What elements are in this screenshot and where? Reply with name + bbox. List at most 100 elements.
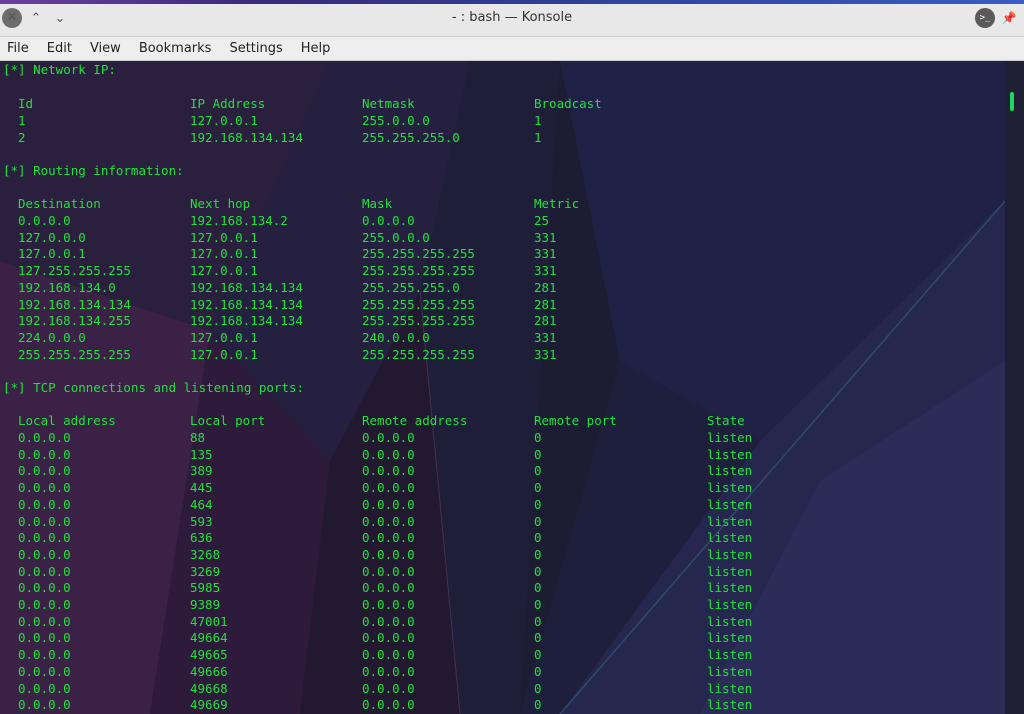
column-header: Destination [18, 196, 101, 211]
keep-above-button[interactable]: ⌃ [26, 8, 46, 28]
table-cell: 281 [534, 313, 557, 329]
table-cell: 0 [534, 680, 542, 696]
terminal-output: [*] Network IP: Id IP Address Netmask Br… [0, 61, 1005, 714]
table-cell: 0.0.0.0 [362, 563, 415, 579]
table-cell: 0.0.0.0 [362, 513, 415, 529]
table-cell: 0 [534, 463, 542, 479]
table-cell: 3269 [190, 563, 221, 579]
table-cell: listen [707, 480, 753, 496]
application-menu-button[interactable]: >_ [975, 8, 995, 28]
table-row: 192.168.134.0 192.168.134.134 255.255.255.… [0, 279, 1005, 296]
column-header: Mask [362, 196, 393, 211]
terminal-scrollbar[interactable] [1005, 61, 1024, 714]
table-cell: 281 [534, 296, 557, 312]
column-header: Netmask [362, 96, 415, 111]
close-window-button[interactable]: ✕ [2, 8, 22, 28]
table-cell: 0.0.0.0 [362, 480, 415, 496]
table-cell: 255.255.255.255 [362, 246, 475, 262]
tcp-header-row: Local address Local port Remote address … [0, 412, 1005, 429]
table-cell: 0.0.0.0 [362, 546, 415, 562]
table-cell: 0.0.0.0 [18, 496, 71, 512]
table-cell: 0 [534, 563, 542, 579]
menu-settings[interactable]: Settings [220, 37, 291, 61]
table-cell: 25 [534, 213, 550, 228]
menu-bookmarks[interactable]: Bookmarks [130, 37, 221, 61]
table-cell: 0.0.0.0 [362, 213, 415, 228]
menu-help[interactable]: Help [292, 37, 340, 61]
chevron-up-icon: ⌃ [30, 10, 42, 26]
table-cell: 255.255.255.255 [18, 346, 131, 362]
table-row: 0.0.0.0 3269 0.0.0.0 0 listen [0, 563, 1005, 580]
table-cell: listen [707, 463, 753, 479]
column-header: Id [18, 96, 34, 111]
table-cell: listen [707, 597, 753, 612]
table-cell: 0 [534, 446, 542, 462]
table-cell: 0.0.0.0 [18, 446, 71, 462]
table-cell: 49669 [190, 697, 228, 713]
table-cell: 0.0.0.0 [362, 613, 415, 629]
table-cell: 127.0.0.1 [190, 346, 258, 362]
keep-below-button[interactable]: ⌄ [50, 8, 70, 28]
table-cell: 127.0.0.1 [190, 246, 258, 262]
column-header: Local port [190, 413, 266, 428]
table-cell: 0.0.0.0 [18, 580, 71, 596]
table-cell: 331 [534, 346, 557, 362]
table-cell: 0.0.0.0 [18, 647, 71, 663]
table-cell: 0 [534, 496, 542, 512]
terminal-icon: >_ [979, 13, 991, 23]
chevron-down-icon: ⌄ [54, 10, 66, 26]
table-cell: 0.0.0.0 [362, 697, 415, 713]
terminal-area[interactable]: [*] Network IP: Id IP Address Netmask Br… [0, 61, 1024, 714]
table-cell: 255.0.0.0 [362, 229, 430, 245]
table-cell: 1 [18, 113, 26, 128]
menu-bar: File Edit View Bookmarks Settings Help [0, 37, 1024, 61]
table-cell: 255.0.0.0 [362, 113, 430, 128]
table-row: 0.0.0.0 49664 0.0.0.0 0 listen [0, 629, 1005, 646]
table-cell: 224.0.0.0 [18, 329, 86, 345]
table-cell: 0.0.0.0 [18, 480, 71, 496]
table-cell: 127.0.0.1 [190, 263, 258, 279]
table-row: 0.0.0.0 636 0.0.0.0 0 listen [0, 529, 1005, 546]
table-cell: 255.255.255.255 [362, 346, 475, 362]
menu-view[interactable]: View [81, 37, 130, 61]
routing-header-row: Destination Next hop Mask Metric [0, 195, 1005, 212]
table-cell: 0.0.0.0 [362, 530, 415, 546]
table-cell: 0 [534, 697, 542, 713]
table-cell: 192.168.134.134 [18, 296, 131, 312]
routing-heading: [*] Routing information: [3, 163, 184, 178]
table-row: 127.255.255.255 127.0.0.1 255.255.255.255 3… [0, 262, 1005, 279]
table-cell: 0.0.0.0 [18, 530, 71, 546]
table-cell: 49664 [190, 630, 228, 646]
table-cell: listen [707, 530, 753, 546]
menu-file[interactable]: File [0, 37, 38, 61]
table-cell: 9389 [190, 597, 221, 612]
table-row: 0.0.0.0 49666 0.0.0.0 0 listen [0, 663, 1005, 680]
window-title: - : bash — Konsole [451, 10, 573, 25]
table-row: 0.0.0.0 47001 0.0.0.0 0 listen [0, 613, 1005, 630]
table-cell: listen [707, 580, 753, 596]
table-cell: 331 [534, 329, 557, 345]
table-row: 0.0.0.0 49665 0.0.0.0 0 listen [0, 646, 1005, 663]
network-heading: [*] Network IP: [3, 62, 116, 77]
table-cell: 255.255.255.0 [362, 279, 460, 295]
table-row: 0.0.0.0 445 0.0.0.0 0 listen [0, 479, 1005, 496]
table-cell: 255.255.255.255 [362, 263, 475, 279]
pin-window-button[interactable]: 📌 [999, 8, 1019, 28]
table-cell: 0.0.0.0 [362, 446, 415, 462]
table-cell: 0 [534, 663, 542, 679]
table-cell: 0.0.0.0 [18, 546, 71, 562]
table-cell: 331 [534, 229, 557, 245]
table-cell: 0.0.0.0 [18, 563, 71, 579]
window-titlebar[interactable]: ✕ ⌃ ⌄ - : bash — Konsole >_ 📌 [0, 0, 1024, 37]
column-header: Metric [534, 196, 580, 211]
table-row: 0.0.0.0 49668 0.0.0.0 0 listen [0, 680, 1005, 697]
table-cell: 636 [190, 530, 213, 546]
menu-edit[interactable]: Edit [38, 37, 81, 61]
table-cell: 0 [534, 630, 542, 646]
scrollbar-thumb[interactable] [1010, 92, 1014, 111]
table-cell: 0 [534, 480, 542, 496]
table-cell: listen [707, 563, 753, 579]
table-cell: 255.255.255.255 [362, 296, 475, 312]
table-row: 0.0.0.0 593 0.0.0.0 0 listen [0, 513, 1005, 530]
table-row: 224.0.0.0 127.0.0.1 240.0.0.0 331 [0, 329, 1005, 346]
